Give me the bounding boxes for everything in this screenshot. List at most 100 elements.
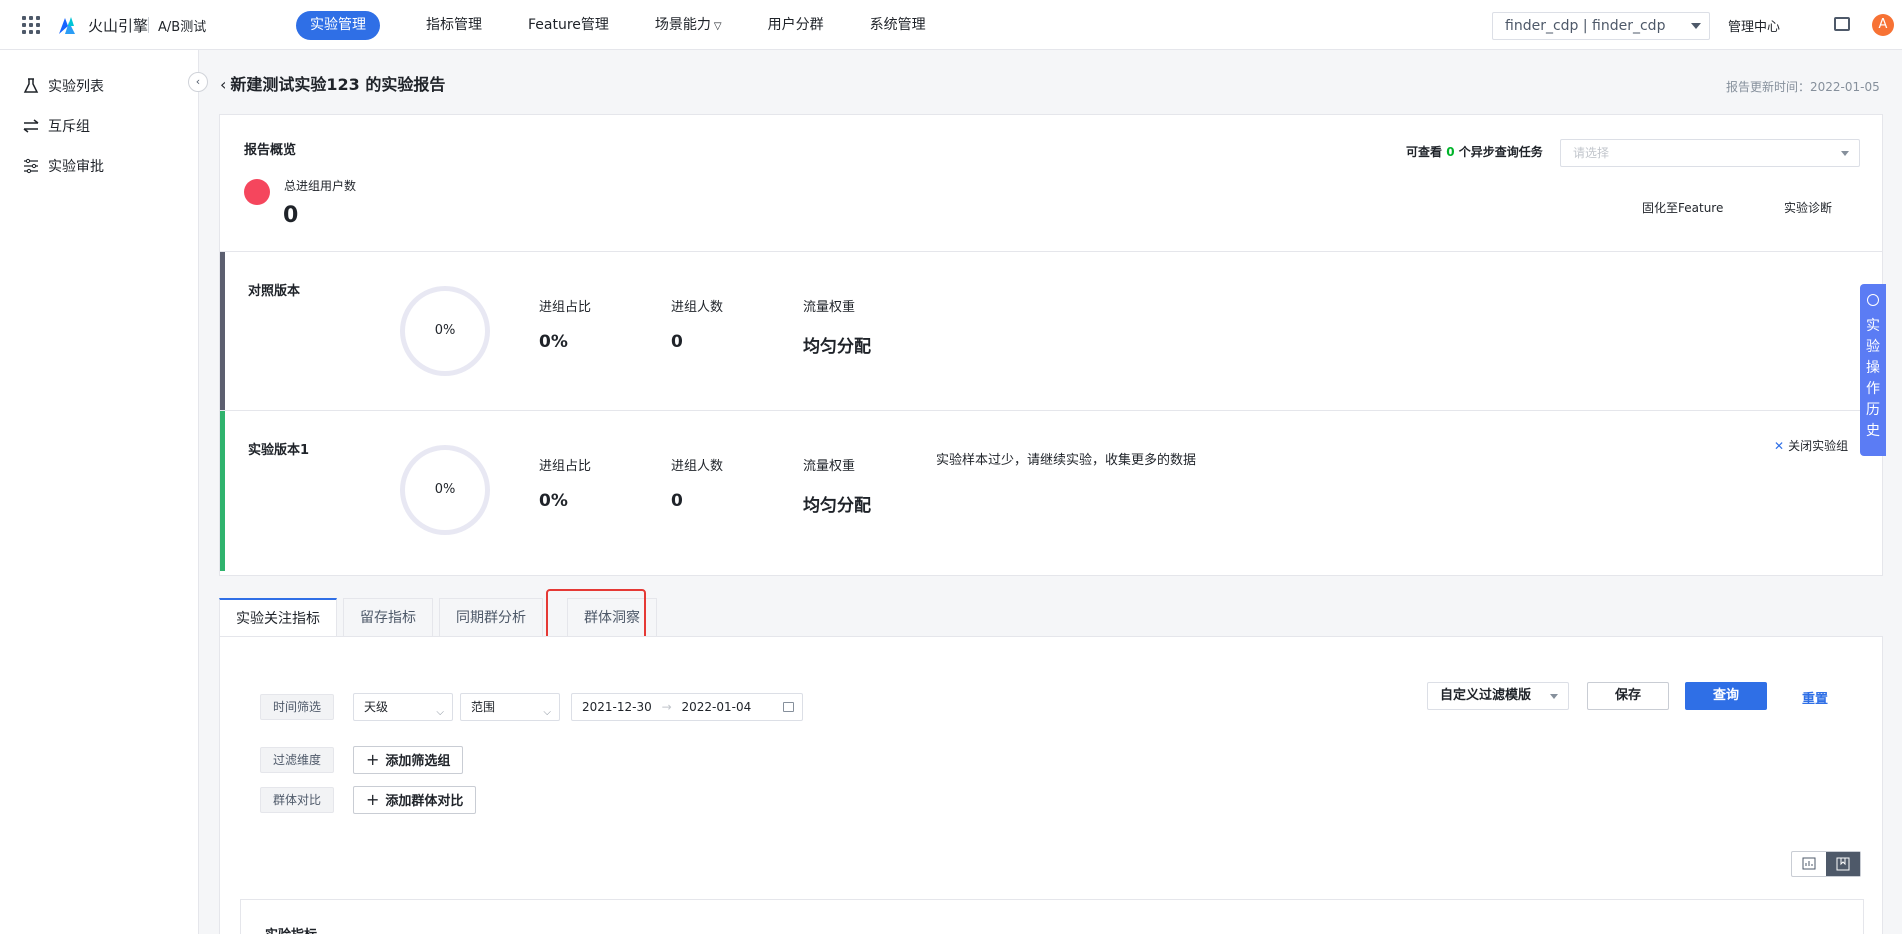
weight-label: 流量权重 bbox=[803, 300, 856, 315]
plus-icon: + bbox=[366, 750, 380, 769]
add-filter-group-button[interactable]: + 添加筛选组 bbox=[353, 746, 464, 774]
sidebar-item-mutex-group[interactable]: 互斥组 bbox=[22, 116, 90, 136]
report-title: 新建测试实验123 的实验报告 bbox=[230, 75, 446, 94]
page-title: ‹ 新建测试实验123 的实验报告 bbox=[220, 71, 445, 95]
volcano-logo-icon bbox=[59, 17, 75, 34]
date-end: 2022-01-04 bbox=[681, 700, 752, 714]
clock-icon bbox=[1867, 294, 1879, 306]
count-label: 进组人数 bbox=[671, 459, 724, 474]
nav-metric-management[interactable]: 指标管理 bbox=[412, 11, 496, 40]
bookmark-view-icon[interactable] bbox=[1826, 852, 1860, 876]
nav-scenario-capability[interactable]: 场景能力 ▽ bbox=[641, 11, 736, 40]
group-name: 实验版本1 bbox=[248, 443, 310, 458]
range-value: 范围 bbox=[471, 700, 496, 714]
ratio-value: 0% bbox=[539, 332, 568, 352]
chart-view-icon[interactable] bbox=[1792, 852, 1826, 876]
chevron-down-icon: ⌵ bbox=[543, 707, 551, 718]
close-group-button[interactable]: ✕ 关闭实验组 bbox=[1774, 437, 1848, 454]
group-color-bar bbox=[220, 411, 225, 571]
weight-value: 均匀分配 bbox=[803, 337, 871, 357]
operation-history-label: 实验操作历史 bbox=[1866, 318, 1880, 439]
chevron-down-icon: ⌵ bbox=[436, 707, 444, 718]
product-name: A/B测试 bbox=[158, 20, 207, 35]
metrics-title: 实验指标 bbox=[265, 924, 317, 934]
flask-icon bbox=[23, 78, 39, 93]
workspace-select[interactable]: finder_cdp | finder_cdp bbox=[1492, 12, 1710, 40]
sidebar: 实验列表 互斥组 实验审批 bbox=[0, 50, 199, 934]
metrics-card: 实验指标 bbox=[240, 899, 1864, 934]
sidebar-item-label: 实验审批 bbox=[48, 159, 104, 175]
date-start: 2021-12-30 bbox=[582, 700, 652, 714]
admin-center-link[interactable]: 管理中心 bbox=[1728, 16, 1780, 35]
sidebar-item-experiment-list[interactable]: 实验列表 bbox=[22, 76, 104, 96]
calendar-icon bbox=[783, 702, 794, 712]
message-icon[interactable] bbox=[1834, 17, 1850, 31]
caret-down-icon bbox=[1691, 23, 1701, 29]
group-ratio-ring: 0% bbox=[400, 286, 490, 376]
group-compare-label: 群体对比 bbox=[260, 787, 335, 813]
brand-divider bbox=[148, 17, 149, 33]
query-button[interactable]: 查询 bbox=[1685, 682, 1767, 710]
group-ratio-ring: 0% bbox=[400, 445, 490, 535]
nav-feature-management[interactable]: Feature管理 bbox=[514, 11, 623, 40]
operation-history-panel[interactable]: 实验操作历史 bbox=[1860, 284, 1886, 456]
ratio-label: 进组占比 bbox=[539, 300, 592, 315]
add-group-compare-button[interactable]: + 添加群体对比 bbox=[353, 786, 477, 814]
metric-tabs: 实验关注指标 留存指标 同期群分析 群体洞察 bbox=[219, 598, 663, 636]
plus-icon: + bbox=[366, 790, 380, 809]
tab-focus-metrics[interactable]: 实验关注指标 bbox=[219, 598, 337, 636]
async-suffix: 个异步查询任务 bbox=[1458, 145, 1543, 159]
total-users-value: 0 bbox=[283, 203, 299, 228]
group-name: 对照版本 bbox=[248, 284, 301, 299]
tab-cohort-analysis[interactable]: 同期群分析 bbox=[439, 598, 543, 636]
nav-system-management[interactable]: 系统管理 bbox=[856, 11, 940, 40]
top-bar: 火山引擎 A/B测试 实验管理 指标管理 Feature管理 场景能力 ▽ 用户分… bbox=[0, 0, 1902, 50]
add-filter-label: 添加筛选组 bbox=[385, 754, 451, 769]
report-overview-card: 报告概览 总进组用户数 0 可查看 0 个异步查询任务 请选择 固化至Featu… bbox=[219, 114, 1883, 576]
ratio-value: 0% bbox=[539, 491, 568, 511]
close-icon: ✕ bbox=[1774, 439, 1785, 453]
swap-icon bbox=[23, 119, 39, 133]
add-group-label: 添加群体对比 bbox=[385, 794, 464, 809]
experiment-diagnose-button[interactable]: 实验诊断 bbox=[1784, 199, 1832, 216]
async-task-select[interactable]: 请选择 bbox=[1560, 139, 1860, 167]
sliders-icon bbox=[24, 158, 38, 174]
total-users-label: 总进组用户数 bbox=[284, 179, 357, 193]
avatar[interactable]: A bbox=[1872, 14, 1894, 36]
granularity-select[interactable]: 天级 ⌵ bbox=[353, 693, 453, 721]
date-arrow: → bbox=[661, 700, 672, 714]
nav-scenario-label: 场景能力 bbox=[654, 17, 711, 33]
overview-title: 报告概览 bbox=[244, 143, 297, 158]
nav-experiment-management[interactable]: 实验管理 bbox=[296, 11, 380, 40]
view-toggle bbox=[1791, 851, 1861, 877]
back-chevron-icon[interactable]: ‹ bbox=[220, 75, 226, 94]
async-task-label: 可查看 0 个异步查询任务 bbox=[1406, 143, 1543, 160]
count-label: 进组人数 bbox=[671, 300, 724, 315]
group-experiment-1: 实验版本1 0% 进组占比 0% 进组人数 0 流量权重 均匀分配 实验样本过少… bbox=[220, 410, 1882, 571]
tab-retention-metrics[interactable]: 留存指标 bbox=[343, 598, 433, 636]
ratio-label: 进组占比 bbox=[539, 459, 592, 474]
group-control: 对照版本 0% 进组占比 0% 进组人数 0 流量权重 均匀分配 bbox=[220, 251, 1882, 412]
filter-panel: 时间筛选 天级 ⌵ 范围 ⌵ 2021-12-30 → 2022-01-04 过… bbox=[219, 636, 1883, 934]
sidebar-item-label: 实验列表 bbox=[48, 79, 104, 95]
range-select[interactable]: 范围 ⌵ bbox=[460, 693, 560, 721]
template-label: 自定义过滤模版 bbox=[1440, 688, 1532, 703]
app-grid-icon[interactable] bbox=[22, 16, 40, 34]
reset-link[interactable]: 重置 bbox=[1802, 688, 1828, 707]
sidebar-collapse-button[interactable]: ‹ bbox=[188, 72, 208, 92]
filter-dimension-label: 过滤维度 bbox=[260, 747, 335, 773]
filter-template-select[interactable]: 自定义过滤模版 bbox=[1427, 682, 1569, 710]
count-value: 0 bbox=[671, 332, 683, 352]
chevron-down-icon: ▽ bbox=[713, 21, 722, 32]
date-range-picker[interactable]: 2021-12-30 → 2022-01-04 bbox=[571, 693, 803, 721]
pin-to-feature-button[interactable]: 固化至Feature bbox=[1642, 199, 1723, 216]
main-nav: 实验管理 指标管理 Feature管理 场景能力 ▽ 用户分群 系统管理 bbox=[296, 11, 958, 40]
tab-group-insight[interactable]: 群体洞察 bbox=[567, 598, 657, 636]
async-count: 0 bbox=[1446, 145, 1455, 159]
save-button[interactable]: 保存 bbox=[1587, 682, 1669, 710]
workspace-value: finder_cdp | finder_cdp bbox=[1505, 18, 1666, 34]
nav-user-segments[interactable]: 用户分群 bbox=[754, 11, 838, 40]
sidebar-item-label: 互斥组 bbox=[48, 119, 90, 135]
sidebar-item-experiment-approval[interactable]: 实验审批 bbox=[22, 156, 104, 176]
brand-name: 火山引擎 bbox=[88, 17, 149, 35]
